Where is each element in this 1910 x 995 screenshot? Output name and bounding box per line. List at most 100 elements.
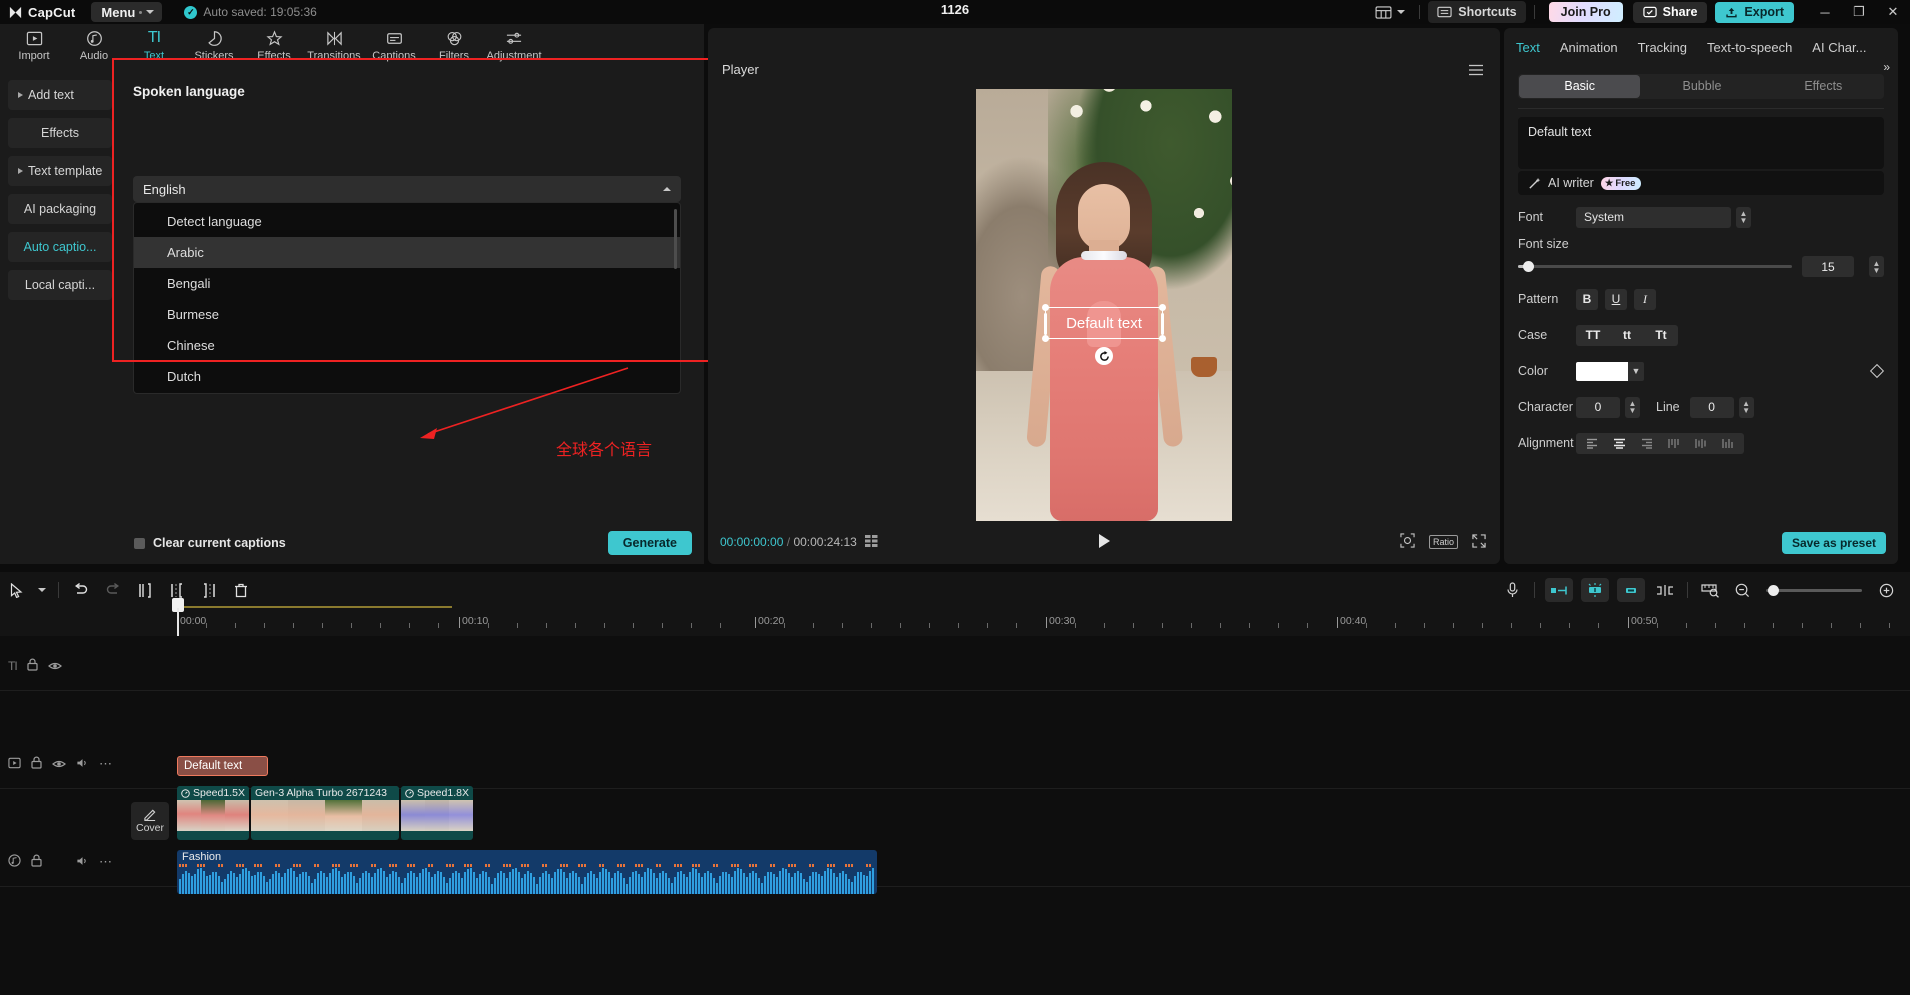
timeline-zoom-preview-button[interactable]	[1694, 572, 1726, 608]
minimize-button[interactable]: ─	[1808, 0, 1842, 24]
cover-button[interactable]: Cover	[131, 802, 169, 840]
lock-icon[interactable]	[31, 756, 42, 772]
language-select[interactable]: English	[133, 176, 681, 202]
tab-text-to-speech[interactable]: Text-to-speech	[1707, 40, 1792, 55]
text-input[interactable]: Default text	[1518, 117, 1884, 169]
tabs-overflow-button[interactable]: »	[1883, 60, 1890, 74]
split-button[interactable]	[129, 572, 161, 608]
sidebar-item-add-text[interactable]: Add text	[8, 80, 112, 110]
keyframe-prev-button[interactable]	[1545, 578, 1573, 602]
play-button[interactable]	[1097, 533, 1112, 552]
font-select[interactable]: System	[1576, 206, 1731, 228]
undo-button[interactable]	[65, 572, 97, 608]
join-pro-button[interactable]: Join Pro	[1548, 2, 1623, 22]
toolbar-item-filters[interactable]: Filters	[424, 27, 484, 62]
audio-clip[interactable]: Fashion	[177, 850, 877, 894]
ratio-button[interactable]: Ratio	[1428, 535, 1458, 549]
sidebar-item-text-template[interactable]: Text template	[8, 156, 112, 186]
timeline-ruler[interactable]: 00:00 00:10 00:20 00:30 00:40 00:50	[0, 608, 1910, 636]
lock-icon[interactable]	[27, 658, 38, 674]
uppercase-button[interactable]: TT	[1576, 328, 1610, 342]
toolbar-item-import[interactable]: Import	[4, 27, 64, 62]
segment-bubble[interactable]: Bubble	[1641, 74, 1762, 99]
tab-text[interactable]: Text	[1516, 40, 1540, 55]
align-vertical-top-button[interactable]	[1660, 438, 1687, 449]
color-picker[interactable]: ▼	[1576, 361, 1644, 381]
split-marker-button[interactable]	[1649, 572, 1681, 608]
generate-button[interactable]: Generate	[607, 531, 692, 555]
font-stepper[interactable]: ▲ ▼	[1736, 206, 1751, 228]
maximize-button[interactable]: ❐	[1842, 0, 1876, 24]
color-swatch[interactable]	[1576, 361, 1628, 381]
text-overlay-selection[interactable]: Default text	[1042, 304, 1166, 342]
language-option[interactable]: Bengali	[134, 268, 680, 299]
select-tool-button[interactable]	[0, 572, 32, 608]
keyframe-next-button[interactable]	[1617, 578, 1645, 602]
save-as-preset-button[interactable]: Save as preset	[1781, 532, 1886, 554]
record-voiceover-button[interactable]	[1496, 572, 1528, 608]
resize-handle-top-right[interactable]	[1159, 304, 1166, 311]
resize-handle-right[interactable]	[1161, 313, 1164, 335]
tool-dropdown-button[interactable]	[32, 572, 52, 608]
video-clip[interactable]: Gen-3 Alpha Turbo 2671243	[251, 786, 399, 840]
line-spacing-value[interactable]: 0	[1689, 396, 1734, 418]
add-keyframe-button[interactable]	[1581, 578, 1609, 602]
language-option[interactable]: Burmese	[134, 299, 680, 330]
language-option[interactable]: Arabic	[134, 237, 680, 268]
toolbar-item-text[interactable]: TI Text	[124, 27, 184, 62]
sidebar-item-effects[interactable]: Effects	[8, 118, 112, 148]
align-right-button[interactable]	[1633, 438, 1660, 449]
fullscreen-button[interactable]	[1472, 533, 1486, 551]
resize-handle-bottom-left[interactable]	[1042, 335, 1049, 342]
zoom-fit-button[interactable]	[1400, 533, 1415, 551]
dropdown-scrollbar[interactable]	[674, 209, 677, 269]
layout-button[interactable]	[1369, 2, 1411, 22]
track-more-options-icon[interactable]: ⋯	[99, 854, 112, 870]
redo-button[interactable]	[97, 572, 129, 608]
chevron-down-icon[interactable]: ▼	[1628, 361, 1644, 381]
font-size-stepper[interactable]: ▲ ▼	[1869, 256, 1884, 277]
toolbar-item-stickers[interactable]: Stickers	[184, 27, 244, 62]
track-more-options-icon[interactable]: ⋯	[99, 756, 112, 772]
toolbar-item-effects[interactable]: Effects	[244, 27, 304, 62]
clear-captions-checkbox[interactable]: Clear current captions	[134, 536, 286, 550]
font-size-slider[interactable]	[1518, 261, 1792, 272]
zoom-slider-knob[interactable]	[1768, 584, 1779, 596]
resize-handle-bottom-right[interactable]	[1159, 335, 1166, 342]
sidebar-item-auto-captions[interactable]: Auto captio...	[8, 232, 112, 262]
align-vertical-bottom-button[interactable]	[1714, 438, 1741, 449]
zoom-in-button[interactable]	[1870, 572, 1902, 608]
sidebar-item-ai-packaging[interactable]: AI packaging	[8, 194, 112, 224]
slider-knob[interactable]	[1523, 261, 1535, 272]
align-center-button[interactable]	[1606, 438, 1633, 449]
resize-handle-top-left[interactable]	[1042, 304, 1049, 311]
video-clip[interactable]: Speed1.8X	[401, 786, 473, 840]
visibility-icon[interactable]	[47, 659, 62, 674]
rotate-handle[interactable]	[1095, 347, 1113, 365]
mute-icon[interactable]	[76, 757, 89, 772]
lowercase-button[interactable]: tt	[1610, 328, 1644, 342]
align-left-button[interactable]	[1579, 438, 1606, 449]
align-vertical-center-button[interactable]	[1687, 438, 1714, 449]
tab-ai-character[interactable]: AI Char...	[1812, 40, 1866, 55]
underline-button[interactable]: U	[1605, 288, 1627, 310]
video-preview[interactable]: Default text	[976, 89, 1232, 521]
language-option[interactable]: Chinese	[134, 330, 680, 361]
visibility-icon[interactable]	[52, 757, 66, 772]
toolbar-item-audio[interactable]: Audio	[64, 27, 124, 62]
trim-right-button[interactable]	[193, 572, 225, 608]
italic-button[interactable]: I	[1634, 288, 1656, 310]
sidebar-item-local-captions[interactable]: Local capti...	[8, 270, 112, 300]
lock-icon[interactable]	[31, 854, 42, 870]
tab-animation[interactable]: Animation	[1560, 40, 1618, 55]
bold-button[interactable]: B	[1576, 288, 1598, 310]
shortcuts-button[interactable]: Shortcuts	[1428, 1, 1526, 23]
line-spacing-stepper[interactable]: ▲ ▼	[1738, 396, 1754, 418]
text-clip[interactable]: Default text	[177, 756, 268, 776]
timeline-zoom-slider[interactable]	[1766, 584, 1862, 596]
tab-tracking[interactable]: Tracking	[1638, 40, 1687, 55]
resize-handle-left[interactable]	[1044, 313, 1047, 335]
toolbar-item-adjustment[interactable]: Adjustment	[484, 27, 544, 62]
export-button[interactable]: Export	[1715, 1, 1794, 23]
mute-icon[interactable]	[76, 855, 89, 870]
